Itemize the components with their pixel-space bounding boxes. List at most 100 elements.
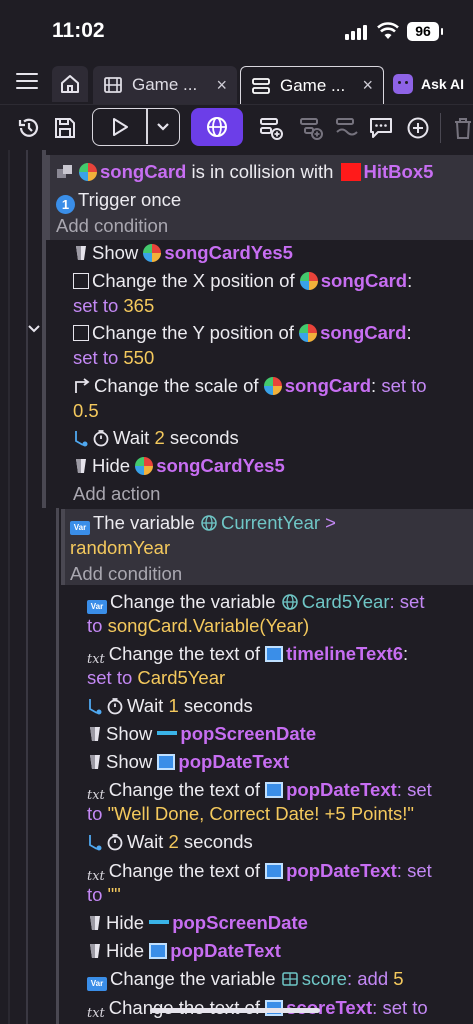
action-hide[interactable]: Hide songCardYes5 [73,454,285,478]
visibility-icon [76,459,86,473]
text-object-icon [265,863,284,879]
status-time: 11:02 [52,19,105,42]
preview-button-group [92,108,180,146]
disc-icon [299,272,318,290]
home-indicator[interactable] [150,1008,320,1013]
action-show[interactable]: Show popScreenDate [87,722,316,746]
action-wait[interactable]: Wait 1 seconds [87,694,253,718]
timer-icon [107,698,123,715]
battery-indicator: 96 [407,22,443,41]
condition-compare-variable[interactable]: Var The variable CurrentYear > [70,511,336,535]
play-icon[interactable] [109,116,131,138]
add-condition-link[interactable]: Add condition [70,562,182,586]
save-icon[interactable] [50,113,80,143]
delete-icon[interactable] [448,113,473,143]
menu-icon[interactable] [16,73,38,91]
action-change-y-value[interactable]: set to 550 [73,346,154,370]
disc-icon [299,324,318,342]
action-wait[interactable]: Wait 2 seconds [87,830,253,854]
add-group-icon[interactable] [332,113,362,143]
async-icon [89,835,102,851]
text-icon: txt [87,1006,105,1021]
visibility-icon [76,246,86,260]
action-change-text-value[interactable]: to "Well Done, Correct Date! +5 Points!" [87,802,414,826]
add-condition-link[interactable]: Add condition [56,214,168,238]
variable-icon: Var [87,977,107,991]
ask-ai-button[interactable]: Ask AI [393,70,464,98]
action-change-text-value[interactable]: set to Card5Year [87,666,225,690]
hitbox-icon [340,163,361,181]
action-show[interactable]: Show popDateText [87,750,289,774]
global-variable-icon [281,594,298,610]
close-icon[interactable]: × [354,75,373,96]
events-sheet: songCard is in collision with HitBox5 1T… [0,150,473,1024]
condition-trigger-once[interactable]: 1 Trigger once [56,188,181,214]
action-change-text[interactable]: txt Change the text of popDateText: set [87,859,432,889]
text-object-icon [265,782,284,798]
add-event-icon[interactable] [256,113,286,143]
events-icon [252,77,270,94]
publish-button[interactable] [191,108,243,146]
visibility-icon [90,755,100,769]
action-hide[interactable]: Hide popScreenDate [87,911,308,935]
close-icon[interactable]: × [208,75,227,96]
action-change-variable[interactable]: Var Change the variable score: add 5 [87,967,404,991]
events-toolbar [0,104,473,150]
disc-icon [263,377,282,395]
tab-game-scene[interactable]: Game ... × [93,66,237,104]
position-icon [73,325,89,341]
home-icon [61,75,79,93]
action-change-variable-value[interactable]: to songCard.Variable(Year) [87,614,309,638]
text-object-icon [265,646,284,662]
trigger-once-icon: 1 [56,195,75,214]
comment-icon[interactable] [366,113,396,143]
collapse-chevron-icon[interactable] [27,323,41,335]
robot-icon [393,74,413,94]
condition-compare-value[interactable]: randomYear [70,536,170,560]
async-icon [89,699,102,715]
variable-icon: Var [87,600,107,614]
visibility-icon [90,944,100,958]
tab-game-events[interactable]: Game ... × [240,66,384,104]
global-variable-icon [201,515,217,531]
add-icon[interactable] [403,113,433,143]
action-change-variable[interactable]: Var Change the variable Card5Year: set [87,590,424,614]
globe-icon [207,117,227,137]
action-change-scale[interactable]: Change the scale of songCard: set to [73,374,427,398]
signal-icon [345,24,371,40]
action-change-y[interactable]: Change the Y position of songCard: [73,321,412,345]
scale-icon [75,378,90,393]
timer-icon [93,430,109,447]
status-bar: 11:02 96 [0,0,473,62]
action-change-text-value[interactable]: to "" [87,883,121,907]
variable-icon: Var [70,521,90,535]
timer-icon [107,834,123,851]
condition-collision[interactable]: songCard is in collision with HitBox5 [56,160,433,184]
tab-bar: Game ... × Game ... × Ask AI [0,62,473,104]
wifi-icon [377,22,399,39]
action-change-x[interactable]: Change the X position of songCard: [73,269,412,293]
action-change-scale-value[interactable]: 0.5 [73,399,99,423]
disc-icon [143,244,162,262]
action-wait[interactable]: Wait 2 seconds [73,426,239,450]
action-change-x-value[interactable]: set to 365 [73,294,154,318]
add-action-link[interactable]: Add action [73,482,160,506]
visibility-icon [90,916,100,930]
action-show[interactable]: Show songCardYes5 [73,241,293,265]
film-icon [104,77,122,93]
text-object-icon [157,754,176,770]
ask-ai-label: Ask AI [421,76,465,92]
shape-object-icon [149,920,170,924]
collision-icon [57,165,72,178]
disc-icon [135,457,154,475]
chevron-down-icon[interactable] [155,120,171,134]
tab-label: Game ... [132,75,198,94]
position-icon [73,273,89,289]
home-tab[interactable] [52,66,88,102]
add-subevent-icon[interactable] [296,113,326,143]
async-icon [75,431,88,447]
history-icon[interactable] [14,113,44,143]
action-hide[interactable]: Hide popDateText [87,939,281,963]
tab-label: Game ... [280,75,346,95]
text-object-icon [149,943,168,959]
